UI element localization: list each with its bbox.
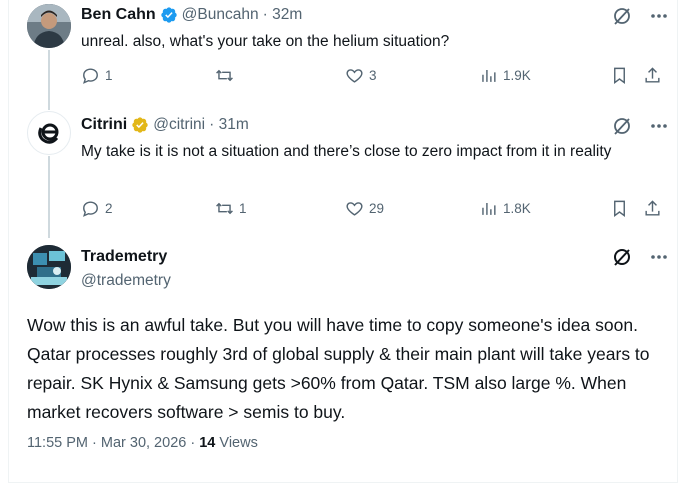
thread-connector xyxy=(48,156,50,238)
tweet-top-icons xyxy=(612,6,668,26)
display-name[interactable]: Citrini xyxy=(81,116,127,134)
tweet-actions: 1 3 1.9K xyxy=(81,66,661,88)
views-icon xyxy=(482,202,496,215)
avatar[interactable] xyxy=(27,4,71,48)
bookmark-button[interactable] xyxy=(610,199,629,218)
main-tweet-text: Wow this is an awful take. But you will … xyxy=(27,315,650,422)
like-button[interactable]: 3 xyxy=(345,66,377,85)
retweet-button[interactable] xyxy=(215,66,234,85)
display-name[interactable]: Ben Cahn xyxy=(81,6,156,24)
tweet-header: Ben Cahn @Buncahn · 32m xyxy=(81,4,302,26)
like-button[interactable]: 29 xyxy=(345,199,384,218)
tweet-top-icons xyxy=(612,116,668,136)
avatar[interactable] xyxy=(27,111,71,155)
tweet-text: unreal. also, what's your take on the he… xyxy=(81,33,450,50)
reply-icon xyxy=(83,68,98,84)
bookmark-icon xyxy=(614,200,625,218)
more-options-icon[interactable] xyxy=(650,13,668,19)
timestamp[interactable]: · 32m xyxy=(263,6,303,24)
bookmark-icon xyxy=(614,67,625,85)
verified-gold-badge-icon xyxy=(131,116,149,134)
reply-button[interactable]: 2 xyxy=(81,199,113,218)
tweet-top-icons xyxy=(612,247,668,267)
display-name[interactable]: Trademetry xyxy=(81,248,167,266)
like-count: 3 xyxy=(369,68,377,83)
handle[interactable]: @trademetry xyxy=(81,272,171,290)
tweet-header: Trademetry xyxy=(81,246,167,268)
bookmark-button[interactable] xyxy=(610,66,629,85)
heart-icon xyxy=(346,69,363,83)
retweet-icon xyxy=(216,69,233,82)
timestamp[interactable]: · 31m xyxy=(209,116,249,134)
share-icon xyxy=(645,200,660,216)
like-count: 29 xyxy=(369,201,385,216)
reply-icon xyxy=(83,201,98,217)
handle[interactable]: @citrini xyxy=(153,116,205,134)
reply-button[interactable]: 1 xyxy=(81,66,113,85)
views-label: Views xyxy=(219,435,258,451)
more-options-icon[interactable] xyxy=(650,123,668,129)
views-button[interactable]: 1.8K xyxy=(479,199,531,218)
grok-icon[interactable] xyxy=(612,6,632,26)
reply-count: 1 xyxy=(105,68,113,83)
view-count: 1.9K xyxy=(503,68,531,83)
retweet-count: 1 xyxy=(239,201,247,216)
retweet-button[interactable]: 1 xyxy=(215,199,247,218)
avatar[interactable] xyxy=(27,245,71,289)
share-button[interactable] xyxy=(643,199,662,218)
share-icon xyxy=(645,67,660,83)
tweet-timestamp[interactable]: 11:55 PM · Mar 30, 2026 xyxy=(27,435,186,451)
thread-connector xyxy=(48,50,50,110)
tweet-actions: 2 1 29 1.8K xyxy=(81,199,661,221)
tweet-meta: 11:55 PM · Mar 30, 2026 · 14 Views xyxy=(27,435,258,451)
heart-icon xyxy=(346,202,363,216)
view-count: 1.8K xyxy=(503,201,531,216)
meta-separator: · xyxy=(190,435,196,451)
handle-row: @trademetry xyxy=(81,270,171,292)
views-button[interactable]: 1.9K xyxy=(479,66,531,85)
grok-icon[interactable] xyxy=(612,116,632,136)
verified-badge-icon xyxy=(160,6,178,24)
tweet-header: Citrini @citrini · 31m xyxy=(81,114,249,136)
retweet-icon xyxy=(216,202,233,215)
reply-count: 2 xyxy=(105,201,113,216)
handle[interactable]: @Buncahn xyxy=(182,6,259,24)
more-options-icon[interactable] xyxy=(650,254,668,260)
share-button[interactable] xyxy=(643,66,662,85)
tweet-text: My take is it is not a situation and the… xyxy=(81,143,612,160)
views-count: 14 xyxy=(199,435,216,451)
views-icon xyxy=(482,69,496,82)
grok-icon[interactable] xyxy=(612,247,632,267)
